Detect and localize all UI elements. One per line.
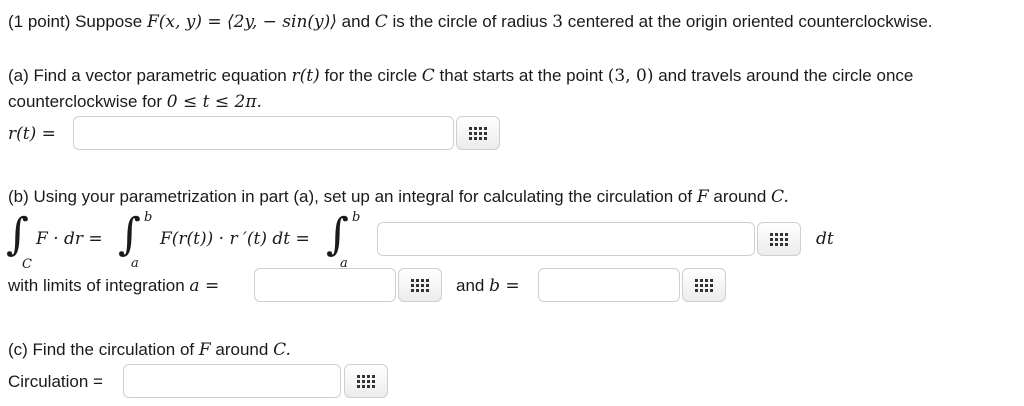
limits-text: with limits of integration bbox=[8, 276, 185, 295]
and-text: and bbox=[456, 276, 485, 295]
circulation-input[interactable] bbox=[123, 364, 341, 398]
part-b-text: (b) Using your parametrization in part (… bbox=[8, 187, 693, 206]
integral-sub-c: C bbox=[22, 257, 32, 272]
part-b-prompt: (b) Using your parametrization in part (… bbox=[8, 187, 789, 207]
line-integral-sign: ∫ bbox=[6, 209, 29, 260]
intro-rest2: centered at the origin oriented counterc… bbox=[567, 12, 933, 31]
equation-editor-button-b-limit[interactable] bbox=[682, 268, 726, 302]
limits-label: with limits of integration a = bbox=[8, 276, 219, 296]
intro-and: and bbox=[341, 12, 371, 31]
grid-icon bbox=[357, 374, 375, 388]
part-a-prompt: (a) Find a vector parametric equation r(… bbox=[8, 66, 913, 86]
problem-intro: (1 point) Suppose F(x, y) = ⟨2y, − sin(y… bbox=[8, 12, 933, 32]
part-c-field: F bbox=[198, 340, 211, 360]
lower-limit-input[interactable] bbox=[254, 268, 396, 302]
integrand-input[interactable] bbox=[377, 222, 755, 256]
part-c-prompt: (c) Find the circulation of F around C. bbox=[8, 340, 291, 360]
part-a-curve: C bbox=[421, 66, 435, 86]
circulation-label: Circulation = bbox=[8, 372, 103, 391]
part-c-text-end: around bbox=[215, 340, 269, 359]
part-a-text4: and travels around the circle once bbox=[658, 66, 914, 85]
equation-editor-button-b[interactable] bbox=[757, 222, 801, 256]
part-b-curve: C. bbox=[771, 187, 789, 207]
upper-limit-input[interactable] bbox=[538, 268, 680, 302]
part-a-text1: (a) Find a vector parametric equation bbox=[8, 66, 287, 85]
part-c-curve: C. bbox=[273, 340, 291, 360]
part-a-text2: for the circle bbox=[324, 66, 418, 85]
upper-limit-label: and b = bbox=[456, 276, 520, 296]
intro-radius: 3 bbox=[552, 12, 564, 32]
grid-icon bbox=[469, 126, 487, 140]
part-a-label: r(t) = bbox=[8, 124, 56, 144]
rt-input[interactable] bbox=[73, 116, 454, 150]
part-b-text-end: around bbox=[713, 187, 767, 206]
part-c-text: (c) Find the circulation of bbox=[8, 340, 195, 359]
a-label: a = bbox=[189, 276, 220, 296]
equation-editor-button-a[interactable] bbox=[456, 116, 500, 150]
equation-editor-button-a-limit[interactable] bbox=[398, 268, 442, 302]
part-b-field: F bbox=[696, 187, 709, 207]
grid-icon bbox=[411, 278, 429, 292]
part-a-range: 0 ≤ t ≤ 2π. bbox=[166, 92, 262, 112]
intro-rest: is the circle of radius bbox=[392, 12, 548, 31]
integral-1-upper: b bbox=[144, 210, 153, 225]
part-a-rt: r(t) bbox=[291, 66, 320, 86]
dt-label: dt bbox=[816, 229, 834, 249]
intro-points: (1 point) Suppose bbox=[8, 12, 143, 31]
part-a-text5: counterclockwise for bbox=[8, 92, 163, 111]
definite-integral-sign-1: ∫ bbox=[118, 209, 141, 260]
integrand-expression: F(r(t)) · r ′(t) dt = bbox=[160, 229, 310, 249]
equation-editor-button-c[interactable] bbox=[344, 364, 388, 398]
intro-vector-field: F(x, y) = ⟨2y, − sin(y)⟩ bbox=[146, 12, 337, 32]
part-a-text3: that starts at the point bbox=[439, 66, 604, 85]
grid-icon bbox=[695, 278, 713, 292]
part-a-prompt-line2: counterclockwise for 0 ≤ t ≤ 2π. bbox=[8, 92, 262, 112]
part-a-point: (3, 0) bbox=[607, 66, 654, 86]
definite-integral-sign-2: ∫ bbox=[326, 209, 349, 260]
grid-icon bbox=[770, 232, 788, 246]
integral-2-upper: b bbox=[352, 210, 361, 225]
intro-curve: C bbox=[374, 12, 388, 32]
integral-1-lower: a bbox=[131, 256, 139, 271]
integral-lhs: F · dr = bbox=[36, 229, 103, 249]
b-label: b = bbox=[489, 276, 520, 296]
